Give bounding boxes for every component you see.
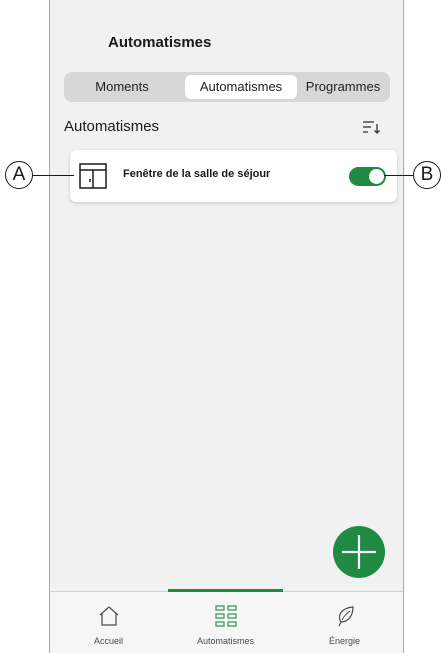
phone-frame: Automatismes Moments Automatismes Progra… [49,0,404,653]
callout-a-line [32,175,74,176]
nav-label-automatismes: Automatismes [196,636,255,646]
bottom-navigation: Accueil Automatismes Énergie [50,589,403,653]
plus-icon [342,535,376,569]
callout-a: A [5,161,33,189]
automation-toggle[interactable] [349,167,386,186]
screen: Automatismes Moments Automatismes Progra… [0,0,443,653]
nav-item-accueil[interactable]: Accueil [50,592,167,653]
leaf-icon [333,604,357,628]
home-icon [97,604,121,628]
nav-label-energie: Énergie [328,636,361,646]
grid-icon [214,604,238,628]
segmented-control: Moments Automatismes Programmes [64,72,390,102]
segment-moments[interactable]: Moments [70,75,174,99]
section-title: Automatismes [64,118,160,135]
window-icon [79,162,107,190]
callout-b-line [384,175,414,176]
toggle-knob [369,169,384,184]
automation-card[interactable]: Fenêtre de la salle de séjour [70,150,397,202]
automation-label: Fenêtre de la salle de séjour [123,168,271,180]
active-tab-indicator [168,589,283,592]
sort-icon[interactable] [360,116,382,138]
segment-automatismes[interactable]: Automatismes [185,75,297,99]
page-title: Automatismes [108,34,212,51]
nav-label-accueil: Accueil [93,636,123,646]
nav-item-automatismes[interactable]: Automatismes [167,589,284,653]
segment-programmes[interactable]: Programmes [298,75,388,99]
add-automation-button[interactable] [333,526,385,578]
callout-b: B [413,161,441,189]
nav-item-energie[interactable]: Énergie [286,592,403,653]
